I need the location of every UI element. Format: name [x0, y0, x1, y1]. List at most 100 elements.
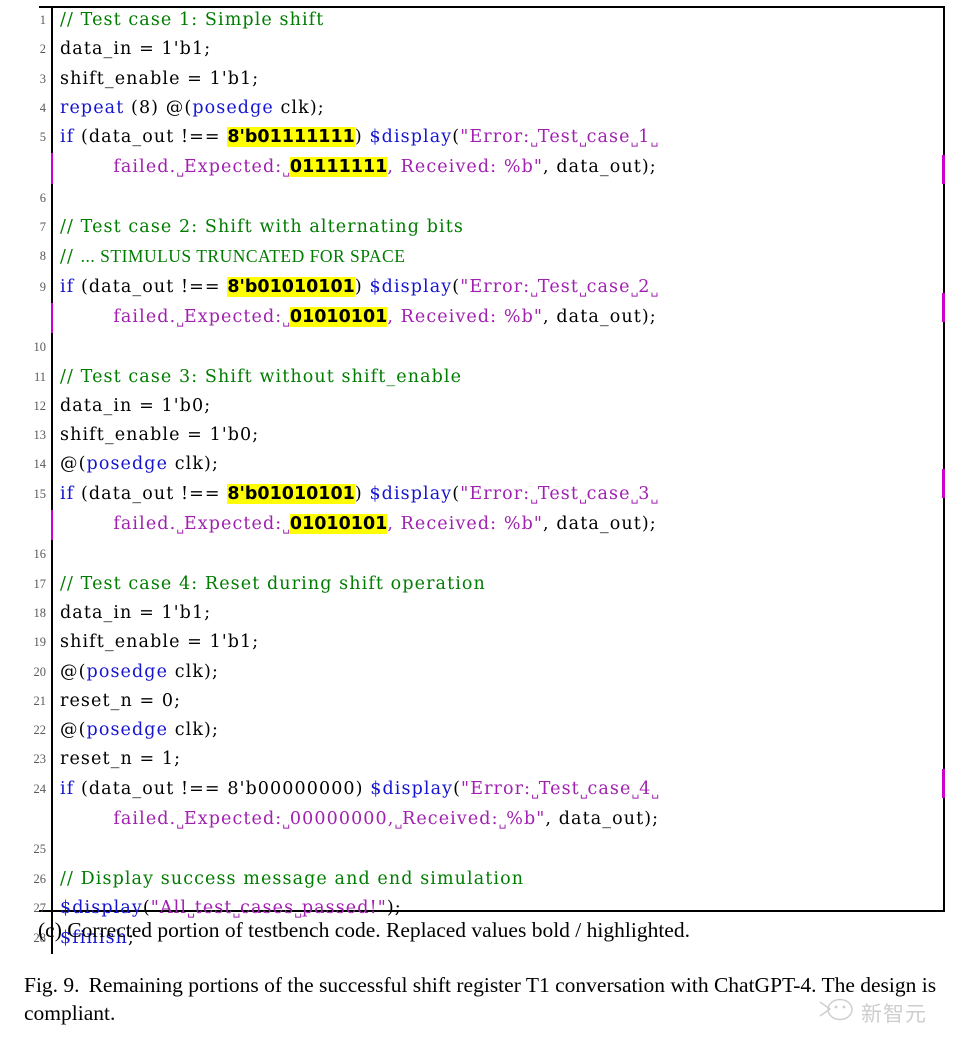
code-line-wrapped: failed.␣Expected:␣01010101, Received: %b…	[51, 302, 946, 334]
code-row: 18 data_in = 1'b1;	[24, 598, 946, 629]
code-line: // Test case 3: Shift without shift_enab…	[51, 362, 946, 392]
replaced-value-highlight: 8'b01111111	[227, 127, 355, 148]
code-line	[51, 835, 946, 865]
code-row: 10	[24, 333, 946, 363]
replaced-value-highlight: 01111111	[289, 157, 388, 178]
code-line-wrapped: failed.␣Expected:␣01010101, Received: %b…	[51, 510, 946, 541]
code-row-continuation: failed.␣Expected:␣00000000,␣Received:␣%b…	[24, 805, 946, 836]
line-number: 11	[33, 369, 46, 384]
line-number: 13	[33, 428, 47, 443]
code-line: @(posedge clk);	[51, 450, 946, 480]
code-row: 11 // Test case 3: Shift without shift_e…	[24, 362, 946, 392]
code-row: 4 repeat (8) @(posedge clk);	[24, 93, 946, 124]
line-number: 10	[33, 340, 47, 355]
code-line: @(posedge clk);	[51, 716, 946, 746]
line-number: 5	[39, 130, 46, 145]
code-line: data_in = 1'b0;	[51, 391, 946, 422]
code-line: shift_enable = 1'b1;	[51, 628, 946, 658]
code-comment: // Display success message and end simul…	[60, 868, 525, 889]
replaced-value-highlight: 01010101	[289, 306, 388, 327]
code-row: 25	[24, 835, 946, 865]
line-number: 26	[33, 871, 47, 886]
code-line	[51, 333, 946, 363]
code-row-continuation: failed.␣Expected:␣01010101, Received: %b…	[24, 302, 946, 334]
code-line: shift_enable = 1'b1;	[51, 64, 946, 94]
line-number: 17	[33, 576, 47, 591]
figure-caption-line1: Remaining portions of the successful shi…	[88, 973, 665, 997]
line-number: 2	[39, 42, 46, 57]
code-line: if (data_out !== 8'b00000000) $display("…	[51, 774, 946, 806]
code-row-continuation: failed.␣Expected:␣01010101, Received: %b…	[24, 510, 946, 541]
code-row: 20 @(posedge clk);	[24, 657, 946, 687]
code-line	[51, 183, 946, 214]
code-line: shift_enable = 1'b0;	[51, 421, 946, 451]
code-row: 24 if (data_out !== 8'b00000000) $displa…	[24, 774, 946, 806]
code-row: 12 data_in = 1'b0;	[24, 391, 946, 422]
line-number: 3	[39, 71, 46, 86]
code-row: 1 // Test case 1: Simple shift	[24, 6, 946, 36]
line-number: 25	[33, 842, 47, 857]
line-number: 8	[39, 249, 46, 264]
line-number: 18	[33, 605, 47, 620]
code-row-continuation: failed.␣Expected:␣01111111, Received: %b…	[24, 153, 946, 184]
line-number: 22	[33, 723, 47, 738]
code-row: 2 data_in = 1'b1;	[24, 35, 946, 65]
line-number: 15	[33, 486, 47, 501]
code-row: 7 // Test case 2: Shift with alternating…	[24, 213, 946, 243]
code-line: if (data_out !== 8'b01111111) $display("…	[51, 123, 946, 154]
code-line: if (data_out !== 8'b01010101) $display("…	[51, 272, 946, 303]
line-number: 21	[33, 693, 47, 708]
figure-caption: Fig. 9. Remaining portions of the success…	[24, 971, 954, 1027]
code-row: 8 // ... STIMULUS TRUNCATED FOR SPACE	[24, 242, 946, 273]
code-row: 9 if (data_out !== 8'b01010101) $display…	[24, 272, 946, 303]
code-line-wrapped: failed.␣Expected:␣01111111, Received: %b…	[51, 153, 946, 184]
replaced-value-highlight: 8'b01010101	[227, 276, 355, 297]
code-line: // Test case 4: Reset during shift opera…	[51, 569, 946, 599]
sub-caption: (c) Corrected portion of testbench code.…	[38, 918, 690, 942]
line-number: 23	[33, 752, 47, 767]
code-line: repeat (8) @(posedge clk);	[51, 93, 946, 124]
line-number: 19	[33, 635, 47, 650]
code-row: 5 if (data_out !== 8'b01111111) $display…	[24, 123, 946, 154]
code-comment: // Test case 1: Simple shift	[60, 10, 325, 30]
line-number: 9	[39, 279, 46, 294]
code-comment: // Test case 4: Reset during shift opera…	[60, 573, 486, 594]
code-line: // Test case 2: Shift with alternating b…	[51, 213, 946, 243]
code-row: 26 // Display success message and end si…	[24, 864, 946, 894]
line-number: 12	[33, 398, 47, 413]
code-row: 21 reset_n = 0;	[24, 686, 946, 717]
code-line-wrapped: failed.␣Expected:␣00000000,␣Received:␣%b…	[51, 805, 946, 836]
code-line: data_in = 1'b1;	[51, 35, 946, 65]
code-table: 1 // Test case 1: Simple shift 2 data_in…	[24, 6, 946, 954]
code-row: 3 shift_enable = 1'b1;	[24, 64, 946, 94]
code-listing: 1 // Test case 1: Simple shift 2 data_in…	[24, 6, 946, 954]
code-row: 13 shift_enable = 1'b0;	[24, 421, 946, 451]
line-number: 16	[33, 547, 47, 562]
code-comment: // ... STIMULUS TRUNCATED FOR SPACE	[60, 246, 406, 268]
code-line: @(posedge clk);	[51, 657, 946, 687]
figure-caption-label: Fig. 9.	[24, 973, 80, 997]
code-row: 15 if (data_out !== 8'b01010101) $displa…	[24, 479, 946, 511]
code-line: reset_n = 0;	[51, 686, 946, 717]
line-number: 7	[39, 220, 46, 235]
code-line: // Test case 1: Simple shift	[51, 6, 946, 36]
line-number: 20	[33, 664, 47, 679]
code-row: 19 shift_enable = 1'b1;	[24, 628, 946, 658]
code-row: 14 @(posedge clk);	[24, 450, 946, 480]
code-row: 17 // Test case 4: Reset during shift op…	[24, 569, 946, 599]
code-line: reset_n = 1;	[51, 745, 946, 775]
replaced-value-highlight: 8'b01010101	[227, 483, 355, 504]
figure-page: 1 // Test case 1: Simple shift 2 data_in…	[0, 0, 971, 1040]
line-number: 1	[39, 13, 46, 27]
replaced-value-highlight: 01010101	[289, 514, 388, 535]
line-number: 24	[33, 781, 47, 796]
code-row: 22 @(posedge clk);	[24, 716, 946, 746]
code-line: // Display success message and end simul…	[51, 864, 946, 894]
code-row: 6	[24, 183, 946, 214]
code-line: if (data_out !== 8'b01010101) $display("…	[51, 479, 946, 511]
code-line: // ... STIMULUS TRUNCATED FOR SPACE	[51, 242, 946, 273]
line-number: 6	[39, 190, 46, 205]
line-number: 4	[39, 100, 46, 115]
code-comment: // Test case 2: Shift with alternating b…	[60, 217, 464, 238]
code-line	[51, 540, 946, 570]
